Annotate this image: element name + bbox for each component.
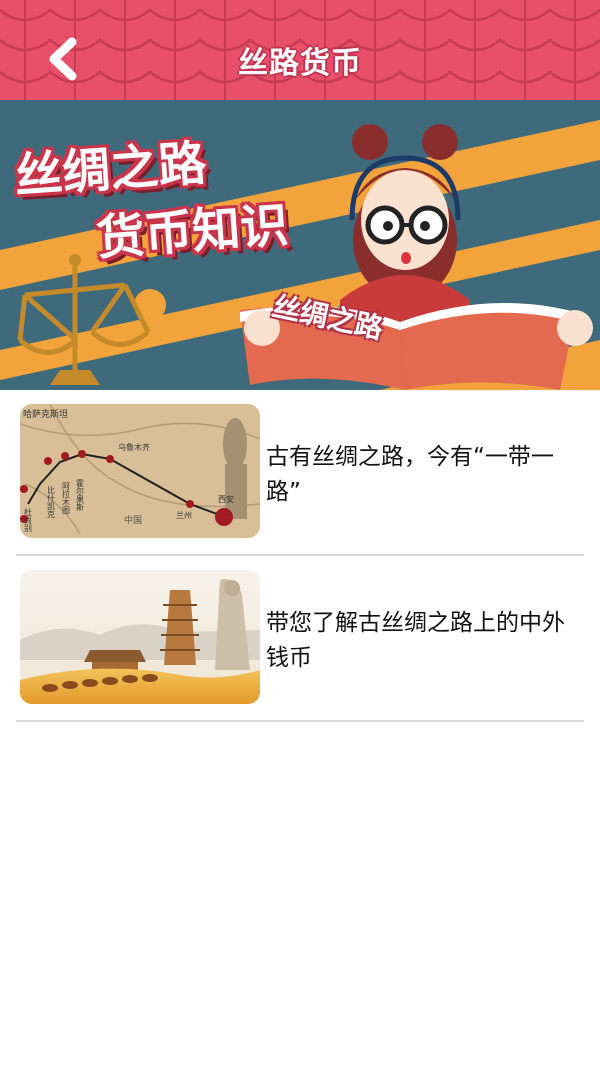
silk-road-map-image: 哈萨克斯坦 乌鲁木齐 霍尔果斯 阿拉木图 比什凯克 杜尚别 中国 兰州 西安 <box>20 404 260 538</box>
map-label: 阿拉木图 <box>62 482 71 515</box>
map-label: 西安 <box>218 494 234 504</box>
map-label: 比什凯克 <box>47 485 56 519</box>
article-title: 古有丝绸之路，今有“一带一路” <box>266 444 554 505</box>
desert-pagoda-illustration <box>20 570 260 704</box>
banner-title-line2: 货币知识 <box>94 197 291 267</box>
map-label: 霍尔果斯 <box>76 479 85 512</box>
map-label: 杜尚别 <box>24 507 33 533</box>
map-label: 中国 <box>124 514 142 526</box>
map-label: 乌鲁木齐 <box>118 442 150 452</box>
article-title: 带您了解古丝绸之路上的中外钱币 <box>266 610 565 671</box>
list-item[interactable]: 带您了解古丝绸之路上的中外钱币 <box>16 556 584 722</box>
map-label: 哈萨克斯坦 <box>23 408 68 420</box>
page-title: 丝路货币 <box>238 46 362 81</box>
list-item[interactable]: 哈萨克斯坦 乌鲁木齐 霍尔果斯 阿拉木图 比什凯克 杜尚别 中国 兰州 西安 古… <box>16 390 584 556</box>
hero-banner: 丝绸之路 货币知识 丝绸之路 <box>0 100 600 390</box>
map-label: 兰州 <box>176 510 192 520</box>
map-illustration: 哈萨克斯坦 乌鲁木齐 霍尔果斯 阿拉木图 比什凯克 杜尚别 中国 兰州 西安 <box>20 404 260 538</box>
silk-road-pagoda-image <box>20 570 260 704</box>
